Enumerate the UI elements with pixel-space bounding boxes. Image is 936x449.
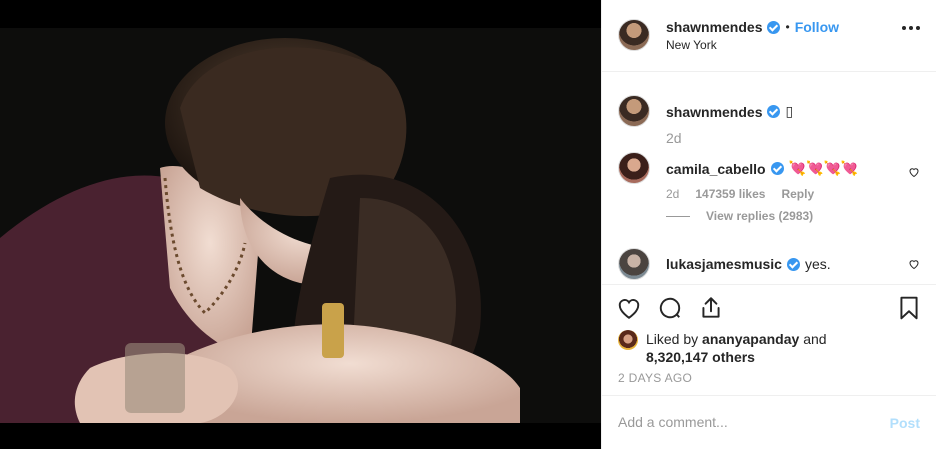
comment-item: camila_cabello 💘💘💘💘 2d 147359 likes Repl…	[618, 152, 920, 232]
post-timestamp[interactable]: 2 DAYS AGO	[618, 371, 692, 385]
verified-badge-icon	[786, 257, 800, 271]
post-side-panel: shawnmendes • Follow New York shawnmende…	[601, 0, 936, 449]
post-header: shawnmendes • Follow New York	[602, 0, 936, 72]
verified-badge-icon	[770, 162, 784, 175]
comment-text: 💘💘💘💘	[788, 160, 859, 176]
verified-badge-icon	[767, 20, 781, 34]
post-photo[interactable]	[0, 28, 601, 423]
comment-author[interactable]: camila_cabello	[666, 161, 766, 177]
more-options-icon[interactable]	[902, 26, 920, 30]
view-replies-link[interactable]: View replies (2983)	[666, 209, 813, 223]
view-replies-label: View replies (2983)	[706, 209, 814, 223]
comments-list[interactable]: shawnmendes ▯ 2d camila_cabello 💘💘💘💘 2d …	[602, 73, 936, 283]
add-comment-bar: Post	[602, 395, 936, 449]
comment-text: yes.	[804, 256, 831, 272]
author-avatar[interactable]	[618, 19, 650, 51]
comment-author[interactable]: lukasjamesmusic	[666, 256, 782, 272]
comment-icon[interactable]	[657, 295, 683, 321]
caption-time[interactable]: 2d	[666, 130, 682, 146]
reply-button[interactable]: Reply	[781, 187, 814, 201]
liked-by-prefix: Liked by	[646, 331, 703, 347]
caption-text: ▯	[785, 103, 794, 119]
comment-like-heart-icon[interactable]	[908, 166, 920, 178]
comment-like-heart-icon[interactable]	[908, 258, 920, 270]
liker-username[interactable]: ananyapanday	[702, 331, 799, 347]
photo-illustration	[0, 28, 601, 423]
caption-author-avatar[interactable]	[618, 95, 650, 127]
post-actions-bar	[602, 284, 936, 332]
bookmark-icon[interactable]	[896, 295, 922, 321]
verified-badge-icon	[767, 105, 781, 118]
instagram-post-view: shawnmendes • Follow New York shawnmende…	[0, 0, 936, 449]
replies-dash	[666, 215, 690, 217]
caption-author[interactable]: shawnmendes	[666, 104, 762, 120]
author-username[interactable]: shawnmendes	[666, 19, 762, 35]
liked-by-and: and	[799, 331, 827, 347]
comment-likes-count[interactable]: 147359 likes	[695, 187, 765, 201]
commenter-avatar[interactable]	[618, 248, 650, 280]
post-comment-button[interactable]: Post	[890, 415, 920, 431]
share-icon[interactable]	[698, 295, 724, 321]
comment-time[interactable]: 2d	[666, 187, 679, 201]
separator-dot: •	[785, 20, 790, 34]
commenter-avatar[interactable]	[618, 152, 650, 184]
likes-count-link[interactable]: 8,320,147 others	[646, 349, 755, 365]
post-location[interactable]: New York	[666, 38, 717, 52]
follow-button[interactable]: Follow	[795, 19, 839, 35]
add-comment-input[interactable]	[618, 414, 858, 430]
heart-icon[interactable]	[616, 295, 642, 321]
post-image-panel	[0, 0, 601, 449]
liker-avatar[interactable]	[618, 330, 638, 350]
